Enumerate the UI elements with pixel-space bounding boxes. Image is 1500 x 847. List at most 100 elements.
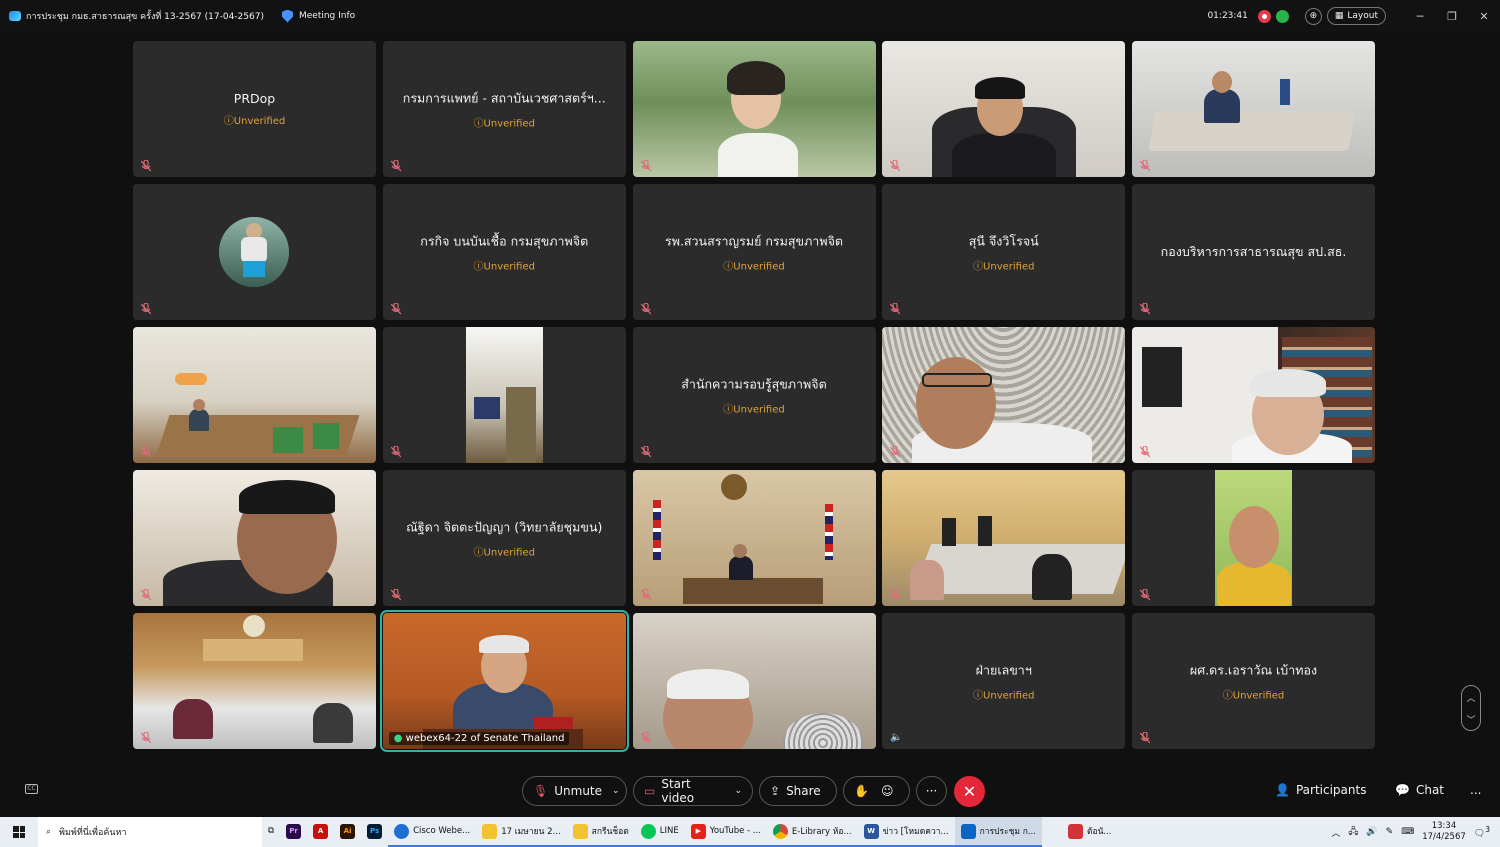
mic-muted-icon — [640, 731, 651, 744]
raise-hand-icon[interactable]: ✋ — [854, 784, 869, 798]
share-button[interactable]: ⇪ Share — [759, 776, 837, 806]
close-window-button[interactable]: ✕ — [1468, 10, 1500, 23]
reaction-icon[interactable]: ☺ — [881, 784, 894, 798]
reactions-button[interactable]: ✋ ☺ — [843, 776, 910, 806]
participant-video-tile[interactable] — [133, 470, 376, 606]
unmute-button[interactable]: 🎙 Unmute ⌄ — [522, 776, 627, 806]
chevron-up-icon[interactable]: ︿ — [1466, 691, 1475, 704]
participant-video-tile[interactable] — [1132, 327, 1375, 463]
keyboard-icon[interactable]: ⌨ — [1401, 827, 1414, 837]
video-off-icon: ▭ — [644, 784, 656, 798]
participant-video-tile[interactable] — [133, 327, 376, 463]
chat-button[interactable]: 💬 Chat — [1395, 783, 1444, 797]
participant-name: ณัฐิดา จิตตะปัญญา (วิทยาลัยชุมขน) — [406, 519, 603, 535]
participant-video-tile[interactable] — [632, 613, 876, 749]
participant-video-tile[interactable] — [133, 613, 376, 749]
participant-tile[interactable]: กองบริหารการสาธารณสุข สป.สธ. — [1132, 184, 1375, 320]
mic-muted-icon — [390, 159, 402, 172]
taskbar-acrobat[interactable]: A — [307, 817, 334, 847]
title-bar: การประชุม กมธ.สาธารณสุข ครั้งที่ 13-2567… — [0, 0, 1500, 32]
chevron-down-icon[interactable]: ⌄ — [612, 786, 620, 796]
participant-video-tile[interactable] — [882, 470, 1126, 606]
meeting-timer: 01:23:41 — [1207, 11, 1248, 21]
taskbar-app[interactable]: 17 เมษายน 2... — [476, 817, 567, 847]
zoom-icon[interactable]: ⊕ — [1304, 7, 1322, 25]
active-speaker-tile[interactable]: ● webex64-22 of Senate Thailand — [379, 610, 629, 752]
unverified-badge: ⓘUnverified — [973, 261, 1035, 273]
meeting-info-button[interactable]: Meeting Info — [299, 11, 355, 21]
taskbar-app[interactable]: W ข่าว [โหมดควา... — [857, 817, 955, 847]
chrome-icon — [772, 823, 788, 839]
mic-muted-icon — [140, 731, 152, 744]
taskbar-app[interactable]: การประชุม ก... — [954, 817, 1042, 847]
participant-tile[interactable]: สุนี จึงวิโรจน์ ⓘUnverified — [882, 184, 1126, 320]
taskbar-app[interactable]: ต้อนั... — [1062, 817, 1118, 847]
participant-name: สำนักความรอบรู้สุขภาพจิต — [681, 376, 827, 392]
layout-button[interactable]: ▦ Layout — [1326, 7, 1386, 25]
pen-icon[interactable]: ✎ — [1386, 827, 1394, 837]
participant-video-tile[interactable] — [1132, 470, 1375, 606]
video-feed — [632, 613, 876, 749]
participant-tile[interactable]: ฝ่ายเลขาฯ ⓘUnverified 🔈 — [882, 613, 1126, 749]
participant-video-tile[interactable] — [882, 41, 1126, 177]
connection-status-icon[interactable] — [1275, 9, 1289, 23]
shield-icon[interactable] — [281, 9, 293, 23]
participant-video-tile[interactable] — [1132, 41, 1375, 177]
restore-button[interactable]: ❐ — [1436, 10, 1468, 23]
participant-video-tile[interactable] — [632, 41, 876, 177]
closed-captions-icon[interactable]: CC — [25, 784, 38, 794]
participant-tile[interactable]: สำนักความรอบรู้สุขภาพจิต ⓘUnverified — [632, 327, 876, 463]
volume-icon[interactable]: 🔊 — [1366, 827, 1377, 837]
leave-meeting-button[interactable]: ✕ — [954, 776, 985, 807]
grid-page-scroller[interactable]: ︿ ﹀ — [1461, 685, 1481, 731]
video-feed — [133, 613, 376, 749]
participant-tile[interactable]: รพ.สวนสราญรมย์ กรมสุขภาพจิต ⓘUnverified — [632, 184, 876, 320]
chevron-down-icon[interactable]: ⌄ — [734, 786, 742, 796]
windows-taskbar: ⌕ พิมพ์ที่นี่เพื่อค้นหา ⧉ Pr A Ai Ps Cis… — [0, 817, 1500, 847]
taskbar-app[interactable]: Cisco Webe... — [388, 817, 477, 847]
mic-muted-icon — [1139, 445, 1151, 458]
more-options-button[interactable]: ··· — [916, 776, 947, 806]
mic-muted-icon — [390, 588, 402, 601]
taskbar-app[interactable]: E-Library ห้อ... — [766, 817, 858, 847]
folder-icon — [572, 823, 588, 839]
notification-icon[interactable]: 🗨3 — [1474, 825, 1490, 839]
mic-muted-icon — [889, 445, 901, 458]
taskbar-illustrator[interactable]: Ai — [334, 817, 361, 847]
unverified-badge: ⓘUnverified — [723, 261, 785, 273]
more-panels-button[interactable]: ... — [1470, 783, 1481, 797]
participant-tile[interactable]: กรกิจ บนบันเชื้อ กรมสุขภาพจิต ⓘUnverified — [382, 184, 626, 320]
edge-icon — [394, 823, 410, 839]
chevron-down-icon[interactable]: ﹀ — [1466, 713, 1475, 726]
minimize-button[interactable]: ─ — [1404, 10, 1436, 23]
recording-icon[interactable] — [1257, 9, 1271, 23]
participant-video-tile[interactable] — [882, 327, 1126, 463]
participant-name: สุนี จึงวิโรจน์ — [968, 233, 1039, 249]
taskbar-clock[interactable]: 13:34 17/4/2567 — [1422, 821, 1466, 843]
unverified-badge: ⓘUnverified — [473, 261, 535, 273]
taskbar-app[interactable]: LINE — [634, 817, 685, 847]
taskbar-app[interactable]: สกรีนช็อต — [566, 817, 635, 847]
unverified-badge: ⓘUnverified — [473, 118, 535, 130]
participant-video-tile[interactable] — [382, 327, 626, 463]
start-video-button[interactable]: ▭ Start video ⌄ — [633, 776, 753, 806]
participants-button[interactable]: 👤 Participants — [1275, 783, 1366, 797]
taskbar-search[interactable]: ⌕ พิมพ์ที่นี่เพื่อค้นหา — [38, 817, 262, 847]
task-view-button[interactable]: ⧉ — [262, 817, 280, 847]
taskbar-premiere[interactable]: Pr — [280, 817, 307, 847]
start-button[interactable] — [0, 817, 38, 847]
chevron-up-icon[interactable]: ︿ — [1331, 826, 1340, 839]
mic-muted-icon — [640, 588, 651, 601]
participant-tile[interactable]: กรมการแพทย์ - สถาบันเวชศาสตร์ฯ... ⓘUnveri… — [382, 41, 626, 177]
mic-muted-icon — [1139, 731, 1151, 744]
participant-tile[interactable]: ผศ.ดร.เอราวัณ เบ้าทอง ⓘUnverified — [1132, 613, 1375, 749]
taskbar-photoshop[interactable]: Ps — [361, 817, 388, 847]
network-icon[interactable]: 🖧 — [1348, 824, 1358, 840]
participant-tile[interactable] — [133, 184, 376, 320]
taskbar-app[interactable]: ▶ YouTube - ... — [684, 817, 767, 847]
participant-video-tile[interactable] — [632, 470, 876, 606]
acrobat-icon: A — [313, 823, 329, 839]
participant-tile[interactable]: ณัฐิดา จิตตะปัญญา (วิทยาลัยชุมขน) ⓘUnveri… — [382, 470, 626, 606]
participant-tile[interactable]: PRDop ⓘUnverified — [133, 41, 376, 177]
mic-muted-icon — [140, 445, 152, 458]
